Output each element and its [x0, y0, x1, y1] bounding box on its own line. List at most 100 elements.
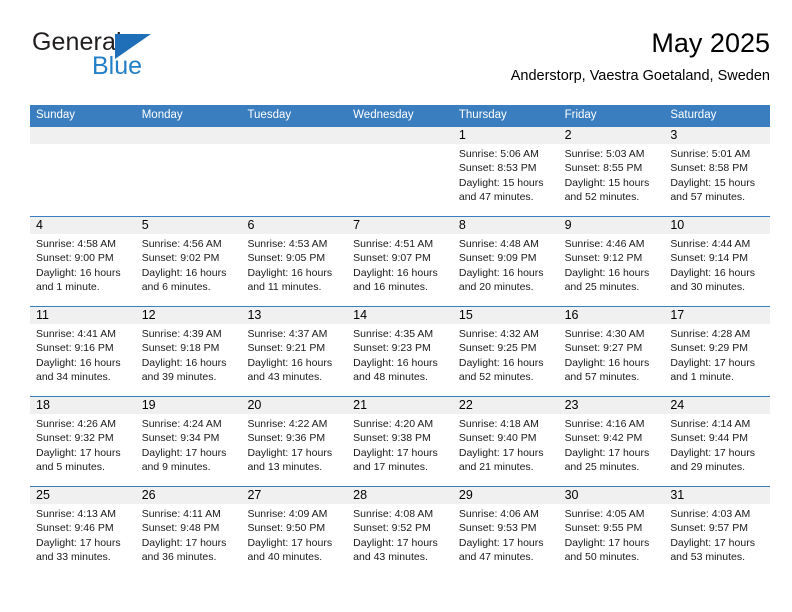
day-cell[interactable]: 14 Sunrise: 4:35 AM Sunset: 9:23 PM Dayl…: [347, 307, 453, 396]
day-cell[interactable]: 29 Sunrise: 4:06 AM Sunset: 9:53 PM Dayl…: [452, 487, 559, 576]
day-cell[interactable]: 17 Sunrise: 4:28 AM Sunset: 9:29 PM Dayl…: [664, 307, 771, 396]
day-number: 1: [452, 127, 559, 144]
sunset-text: Sunset: 9:44 PM: [670, 432, 748, 445]
weekday-header-wednesday: Wednesday: [353, 109, 414, 121]
day-number: 30: [558, 487, 665, 504]
day-cell[interactable]: [135, 127, 242, 216]
daylight-text: Daylight: 17 hours and 1 minute.: [670, 356, 755, 384]
day-number: 4: [30, 217, 136, 234]
sunrise-text: Sunrise: 4:08 AM: [353, 508, 434, 520]
day-cell[interactable]: [30, 127, 136, 216]
daylight-text: Daylight: 16 hours and 52 minutes.: [458, 356, 544, 384]
daylight-text: Daylight: 17 hours and 50 minutes.: [564, 536, 650, 564]
daylight-text: Daylight: 17 hours and 13 minutes.: [247, 446, 333, 474]
sunrise-text: Sunrise: 4:26 AM: [36, 418, 116, 430]
day-info: Sunrise: 5:01 AM Sunset: 8:58 PM Dayligh…: [664, 144, 770, 205]
daylight-text: Daylight: 17 hours and 21 minutes.: [458, 446, 544, 474]
day-cell[interactable]: 11 Sunrise: 4:41 AM Sunset: 9:16 PM Dayl…: [30, 307, 136, 396]
daylight-text: Daylight: 16 hours and 30 minutes.: [670, 266, 755, 294]
day-cell[interactable]: 4 Sunrise: 4:58 AM Sunset: 9:00 PM Dayli…: [30, 217, 136, 306]
weekday-header-sunday: Sunday: [36, 109, 76, 121]
day-cell[interactable]: 6 Sunrise: 4:53 AM Sunset: 9:05 PM Dayli…: [241, 217, 348, 306]
day-cell[interactable]: 20 Sunrise: 4:22 AM Sunset: 9:36 PM Dayl…: [241, 397, 348, 486]
sunrise-text: Sunrise: 4:05 AM: [564, 508, 645, 520]
day-cell[interactable]: 27 Sunrise: 4:09 AM Sunset: 9:50 PM Dayl…: [241, 487, 348, 576]
day-info: Sunrise: 4:16 AM Sunset: 9:42 PM Dayligh…: [559, 414, 665, 475]
day-cell[interactable]: 5 Sunrise: 4:56 AM Sunset: 9:02 PM Dayli…: [135, 217, 242, 306]
day-info: Sunrise: 4:06 AM Sunset: 9:53 PM Dayligh…: [453, 504, 559, 565]
daylight-text: Daylight: 16 hours and 48 minutes.: [353, 356, 438, 384]
sunrise-text: Sunrise: 4:24 AM: [141, 418, 222, 430]
day-cell[interactable]: 2 Sunrise: 5:03 AM Sunset: 8:55 PM Dayli…: [558, 127, 665, 216]
day-cell[interactable]: 31 Sunrise: 4:03 AM Sunset: 9:57 PM Dayl…: [664, 487, 771, 576]
day-number: 9: [558, 217, 665, 234]
day-cell[interactable]: 7 Sunrise: 4:51 AM Sunset: 9:07 PM Dayli…: [347, 217, 453, 306]
day-cell[interactable]: 16 Sunrise: 4:30 AM Sunset: 9:27 PM Dayl…: [558, 307, 665, 396]
sunrise-text: Sunrise: 4:18 AM: [458, 418, 539, 430]
sunrise-text: Sunrise: 4:41 AM: [36, 328, 116, 340]
week-row: 4 Sunrise: 4:58 AM Sunset: 9:00 PM Dayli…: [30, 216, 771, 306]
day-number: 6: [241, 217, 348, 234]
weekday-header-saturday: Saturday: [670, 109, 717, 121]
day-cell[interactable]: 24 Sunrise: 4:14 AM Sunset: 9:44 PM Dayl…: [664, 397, 771, 486]
day-cell[interactable]: 28 Sunrise: 4:08 AM Sunset: 9:52 PM Dayl…: [347, 487, 453, 576]
day-cell[interactable]: 3 Sunrise: 5:01 AM Sunset: 8:58 PM Dayli…: [664, 127, 771, 216]
week-row: 11 Sunrise: 4:41 AM Sunset: 9:16 PM Dayl…: [30, 306, 771, 396]
day-cell[interactable]: 23 Sunrise: 4:16 AM Sunset: 9:42 PM Dayl…: [558, 397, 665, 486]
day-number: [30, 127, 136, 144]
day-cell[interactable]: 25 Sunrise: 4:13 AM Sunset: 9:46 PM Dayl…: [30, 487, 136, 576]
day-cell[interactable]: 15 Sunrise: 4:32 AM Sunset: 9:25 PM Dayl…: [452, 307, 559, 396]
day-number: 29: [452, 487, 559, 504]
sunset-text: Sunset: 9:25 PM: [458, 342, 537, 355]
sunrise-text: Sunrise: 5:01 AM: [670, 148, 751, 160]
day-info: Sunrise: 4:26 AM Sunset: 9:32 PM Dayligh…: [30, 414, 136, 475]
day-number: 12: [135, 307, 242, 324]
sunrise-text: Sunrise: 5:06 AM: [458, 148, 539, 160]
sunrise-text: Sunrise: 4:30 AM: [564, 328, 645, 340]
day-info: Sunrise: 4:32 AM Sunset: 9:25 PM Dayligh…: [453, 324, 559, 385]
day-cell[interactable]: 18 Sunrise: 4:26 AM Sunset: 9:32 PM Dayl…: [30, 397, 136, 486]
daylight-text: Daylight: 16 hours and 34 minutes.: [36, 356, 121, 384]
day-number: 28: [347, 487, 453, 504]
sunset-text: Sunset: 9:38 PM: [353, 432, 431, 445]
sunset-text: Sunset: 9:23 PM: [353, 342, 431, 355]
day-info: Sunrise: 4:39 AM Sunset: 9:18 PM Dayligh…: [136, 324, 242, 385]
day-info: Sunrise: 4:24 AM Sunset: 9:34 PM Dayligh…: [136, 414, 242, 475]
day-cell[interactable]: 8 Sunrise: 4:48 AM Sunset: 9:09 PM Dayli…: [452, 217, 559, 306]
day-cell[interactable]: 10 Sunrise: 4:44 AM Sunset: 9:14 PM Dayl…: [664, 217, 771, 306]
day-info: Sunrise: 4:56 AM Sunset: 9:02 PM Dayligh…: [136, 234, 242, 295]
day-number: [241, 127, 348, 144]
daylight-text: Daylight: 15 hours and 52 minutes.: [564, 176, 650, 204]
day-cell[interactable]: 21 Sunrise: 4:20 AM Sunset: 9:38 PM Dayl…: [347, 397, 453, 486]
daylight-text: Daylight: 16 hours and 25 minutes.: [564, 266, 650, 294]
day-cell[interactable]: 13 Sunrise: 4:37 AM Sunset: 9:21 PM Dayl…: [241, 307, 348, 396]
day-cell[interactable]: 26 Sunrise: 4:11 AM Sunset: 9:48 PM Dayl…: [135, 487, 242, 576]
daylight-text: Daylight: 17 hours and 33 minutes.: [36, 536, 121, 564]
generalblue-logo[interactable]: General Blue: [30, 26, 220, 86]
day-cell[interactable]: [347, 127, 453, 216]
daylight-text: Daylight: 17 hours and 29 minutes.: [670, 446, 755, 474]
daylight-text: Daylight: 16 hours and 16 minutes.: [353, 266, 438, 294]
daylight-text: Daylight: 17 hours and 40 minutes.: [247, 536, 333, 564]
weekday-header-monday: Monday: [141, 109, 183, 121]
sunrise-text: Sunrise: 4:11 AM: [141, 508, 221, 520]
day-number: 15: [452, 307, 559, 324]
day-cell[interactable]: 22 Sunrise: 4:18 AM Sunset: 9:40 PM Dayl…: [452, 397, 559, 486]
day-info: Sunrise: 4:11 AM Sunset: 9:48 PM Dayligh…: [136, 504, 242, 565]
day-number: [135, 127, 242, 144]
day-cell[interactable]: [241, 127, 348, 216]
sunrise-text: Sunrise: 4:58 AM: [36, 238, 116, 250]
weekday-header-friday: Friday: [564, 109, 597, 121]
sunrise-text: Sunrise: 4:44 AM: [670, 238, 751, 250]
day-number: 25: [30, 487, 136, 504]
logo-text-blue: Blue: [92, 52, 143, 80]
sunrise-text: Sunrise: 4:37 AM: [247, 328, 328, 340]
day-cell[interactable]: 1 Sunrise: 5:06 AM Sunset: 8:53 PM Dayli…: [452, 127, 559, 216]
day-cell[interactable]: 19 Sunrise: 4:24 AM Sunset: 9:34 PM Dayl…: [135, 397, 242, 486]
day-cell[interactable]: 12 Sunrise: 4:39 AM Sunset: 9:18 PM Dayl…: [135, 307, 242, 396]
day-cell[interactable]: 30 Sunrise: 4:05 AM Sunset: 9:55 PM Dayl…: [558, 487, 665, 576]
day-cell[interactable]: 9 Sunrise: 4:46 AM Sunset: 9:12 PM Dayli…: [558, 217, 665, 306]
calendar-grid: Sunday Monday Tuesday Wednesday Thursday…: [30, 105, 771, 576]
day-number: 13: [241, 307, 348, 324]
day-number: 23: [558, 397, 665, 414]
